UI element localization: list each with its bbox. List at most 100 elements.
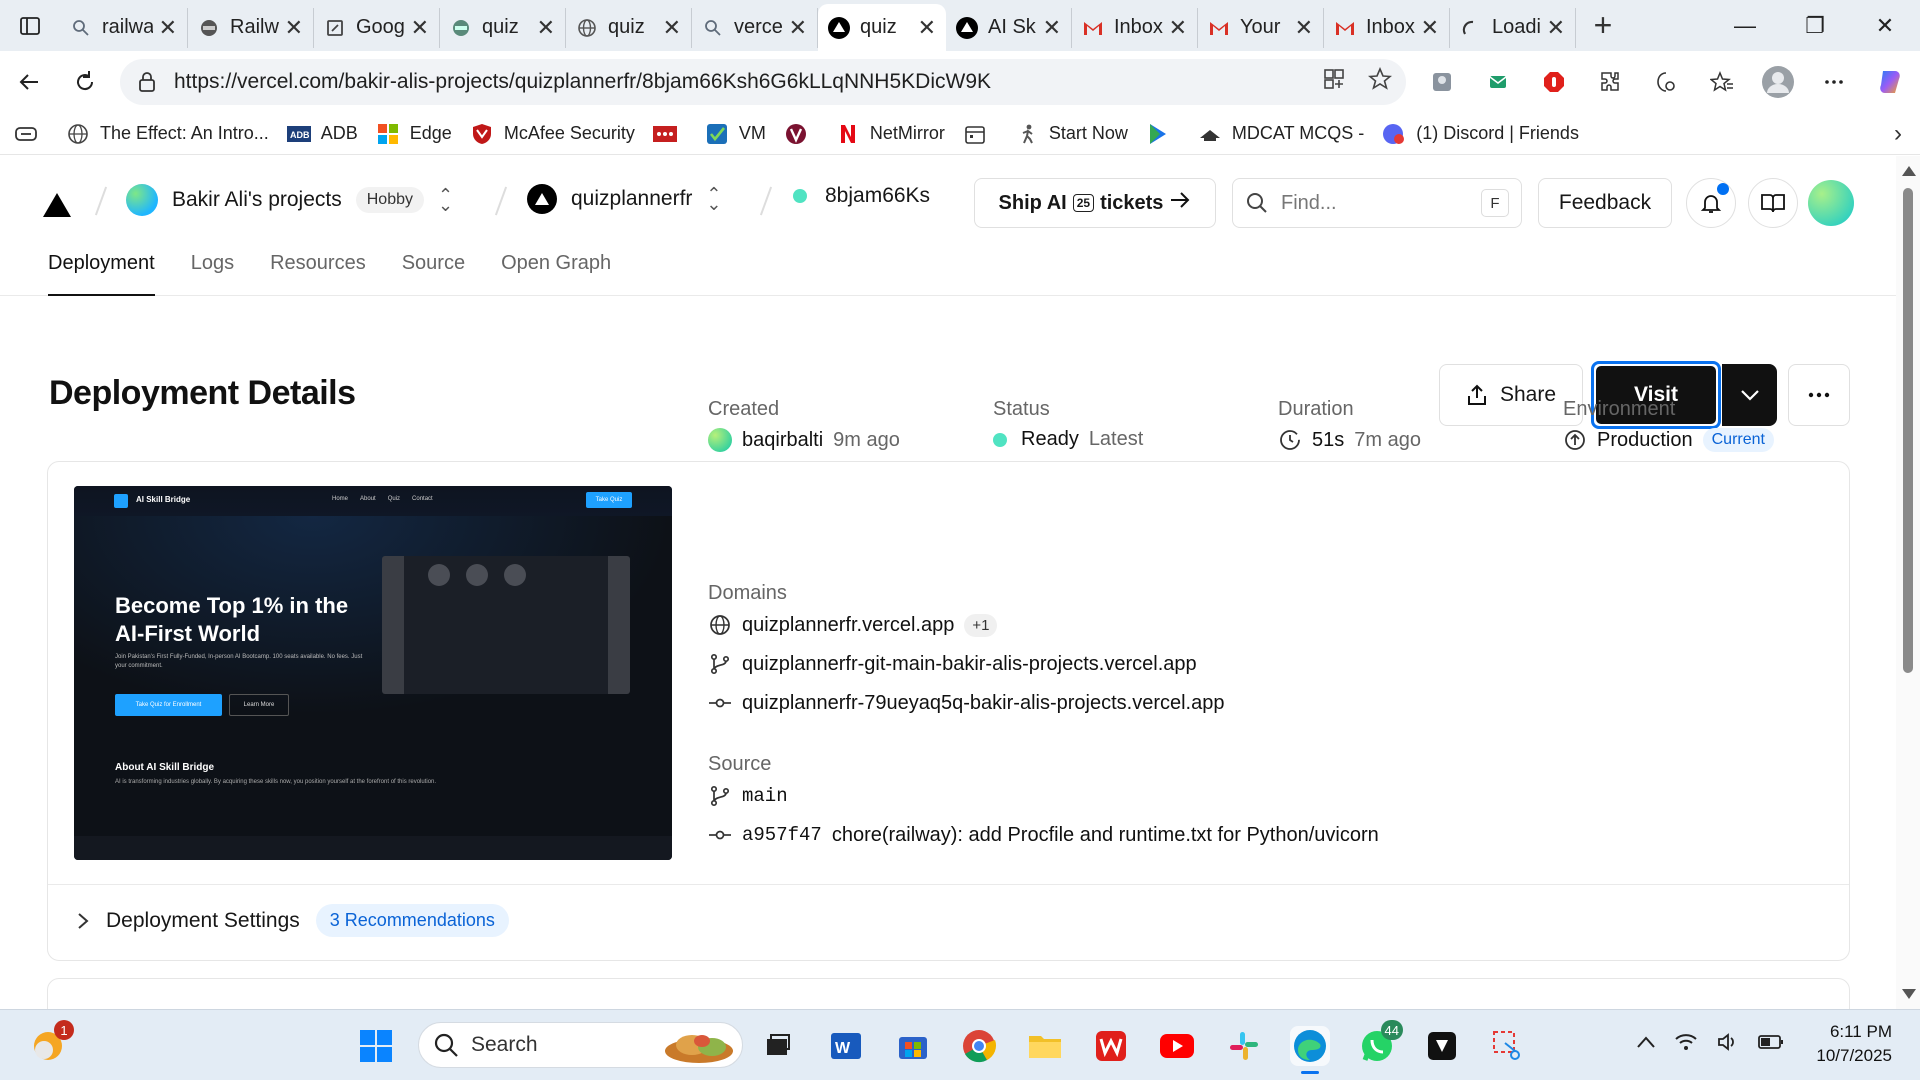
email-ext-icon[interactable] <box>1476 60 1520 104</box>
tab-deployment[interactable]: Deployment <box>48 246 155 296</box>
bookmark-item[interactable]: VM <box>705 122 766 146</box>
deployment-preview[interactable]: AI Skill Bridge Home About Quiz Contact … <box>74 486 672 860</box>
scroll-down-icon[interactable] <box>1902 989 1916 999</box>
lock-icon[interactable] <box>138 72 156 92</box>
share-button[interactable]: Share <box>1439 364 1583 426</box>
new-tab-button[interactable]: + <box>1576 7 1630 44</box>
close-icon[interactable]: ✕ <box>1169 15 1187 41</box>
close-icon[interactable]: ✕ <box>411 15 429 41</box>
favorite-star-icon[interactable] <box>1367 66 1393 97</box>
find-input[interactable]: Find... F <box>1232 178 1522 228</box>
ship-ai-button[interactable]: Ship AI 25 tickets <box>974 178 1216 228</box>
url-field[interactable]: https://vercel.com/bakir-alis-projects/q… <box>120 59 1406 105</box>
close-icon[interactable]: ✕ <box>537 15 555 41</box>
start-button[interactable] <box>356 1026 396 1066</box>
bookmark-item[interactable]: Start Now <box>1015 122 1128 146</box>
page-scrollbar[interactable] <box>1896 156 1920 1009</box>
project-switcher[interactable]: quizplannerfr ⌃ ⌄ <box>527 184 722 214</box>
more-menu-icon[interactable] <box>1812 60 1856 104</box>
domain-link[interactable]: quizplannerfr-git-main-bakir-alis-projec… <box>742 653 1197 676</box>
taskbar-search[interactable]: Search <box>418 1022 743 1068</box>
close-window-button[interactable]: ✕ <box>1850 0 1920 51</box>
volume-icon[interactable] <box>1716 1032 1740 1057</box>
commit-message[interactable]: chore(railway): add Procfile and runtime… <box>832 824 1379 847</box>
adblock-icon[interactable] <box>1532 60 1576 104</box>
copilot-icon[interactable] <box>1868 60 1912 104</box>
browser-tab[interactable]: quiz ✕ <box>566 7 692 48</box>
scroll-up-icon[interactable] <box>1902 166 1916 176</box>
domain-link[interactable]: quizplannerfr-79ueyaq5q-bakir-alis-proje… <box>742 692 1224 715</box>
back-button[interactable] <box>2 55 56 109</box>
bookmark-item[interactable]: MDCAT MCQS - <box>1198 122 1364 146</box>
close-icon[interactable]: ✕ <box>1295 15 1313 41</box>
tab-logs[interactable]: Logs <box>191 246 234 296</box>
recommendations-badge[interactable]: 3 Recommendations <box>315 904 509 937</box>
bookmark-item[interactable]: Edge <box>376 122 452 146</box>
scroll-thumb[interactable] <box>1903 188 1913 673</box>
browser-tab[interactable]: Inbox ✕ <box>1324 7 1450 48</box>
battery-icon[interactable] <box>1758 1034 1784 1055</box>
tab-open-graph[interactable]: Open Graph <box>501 246 611 296</box>
user-avatar[interactable] <box>1808 180 1854 226</box>
bookmark-item[interactable]: NetMirror <box>836 122 945 146</box>
bookmark-item[interactable] <box>1146 122 1180 146</box>
browser-tab[interactable]: Google ✕ <box>314 7 440 48</box>
minimize-button[interactable]: — <box>1710 0 1780 51</box>
deployment-settings-row[interactable]: Deployment Settings 3 Recommendations <box>76 904 509 937</box>
youtube-icon[interactable] <box>1157 1026 1197 1066</box>
file-explorer-icon[interactable] <box>1025 1026 1065 1066</box>
favorites-icon[interactable] <box>1700 60 1744 104</box>
store-icon[interactable] <box>893 1026 933 1066</box>
close-icon[interactable]: ✕ <box>789 15 807 41</box>
notifications-button[interactable] <box>1686 178 1736 228</box>
tab-actions-button[interactable] <box>0 0 60 51</box>
selector-icon[interactable]: ⌃ ⌄ <box>706 185 721 213</box>
close-icon[interactable]: ✕ <box>159 15 177 41</box>
bookmark-item[interactable] <box>784 122 818 146</box>
chevron-right-icon[interactable]: › <box>1894 120 1902 148</box>
system-clock[interactable]: 6:11 PM 10/7/2025 <box>1788 1020 1892 1068</box>
branch-name[interactable]: main <box>742 785 788 807</box>
close-icon[interactable]: ✕ <box>1547 15 1565 41</box>
close-icon[interactable]: ✕ <box>1043 15 1061 41</box>
bookmark-item[interactable]: McAfee Security <box>470 122 635 146</box>
browser-tab[interactable]: AI Skill ✕ <box>946 7 1072 48</box>
extensions-icon[interactable] <box>1588 60 1632 104</box>
maximize-button[interactable]: ❐ <box>1780 0 1850 51</box>
browser-tab[interactable]: quiz ✕ <box>440 7 566 48</box>
bookmark-collections[interactable] <box>14 122 48 146</box>
close-icon[interactable]: ✕ <box>663 15 681 41</box>
browser-tab[interactable]: Inbox ✕ <box>1072 7 1198 48</box>
bookmark-item[interactable] <box>652 122 687 146</box>
browser-tab-active[interactable]: quiz ✕ <box>818 4 946 51</box>
edge-icon[interactable] <box>1290 1026 1330 1074</box>
domain-link[interactable]: quizplannerfr.vercel.app <box>742 614 954 637</box>
wps-icon[interactable] <box>1091 1026 1131 1066</box>
app-available-icon[interactable] <box>1322 67 1346 97</box>
bookmark-item[interactable]: (1) Discord | Friends <box>1382 122 1579 146</box>
bookmark-item[interactable] <box>963 122 997 146</box>
word-icon[interactable]: W <box>826 1026 866 1066</box>
chevron-up-icon[interactable] <box>1636 1035 1656 1054</box>
bookmark-item[interactable]: The Effect: An Intro... <box>66 122 269 146</box>
deployment-breadcrumb[interactable]: 8bjam66Ks <box>793 184 930 208</box>
whatsapp-icon[interactable]: 44 <box>1357 1020 1403 1066</box>
browser-essentials-icon[interactable] <box>1644 60 1688 104</box>
app-black-icon[interactable] <box>1422 1026 1462 1066</box>
docs-button[interactable] <box>1748 178 1798 228</box>
tab-resources[interactable]: Resources <box>270 246 366 296</box>
browser-tab[interactable]: vercel ✕ <box>692 7 818 48</box>
feedback-button[interactable]: Feedback <box>1538 178 1672 228</box>
refresh-button[interactable] <box>58 55 112 109</box>
selector-icon[interactable]: ⌃ ⌄ <box>438 186 453 214</box>
close-icon[interactable]: ✕ <box>918 15 936 41</box>
more-options-button[interactable] <box>1788 364 1850 426</box>
close-icon[interactable]: ✕ <box>1421 15 1439 41</box>
snipping-tool-icon[interactable] <box>1488 1026 1528 1066</box>
chrome-icon[interactable] <box>959 1026 999 1066</box>
bookmark-item[interactable]: ADB ADB <box>286 122 358 146</box>
weather-widget[interactable]: 1 <box>28 1020 74 1066</box>
vercel-logo-icon[interactable] <box>42 192 72 223</box>
browser-tab[interactable]: Railway ✕ <box>188 7 314 48</box>
profile-ext-icon[interactable] <box>1420 60 1464 104</box>
